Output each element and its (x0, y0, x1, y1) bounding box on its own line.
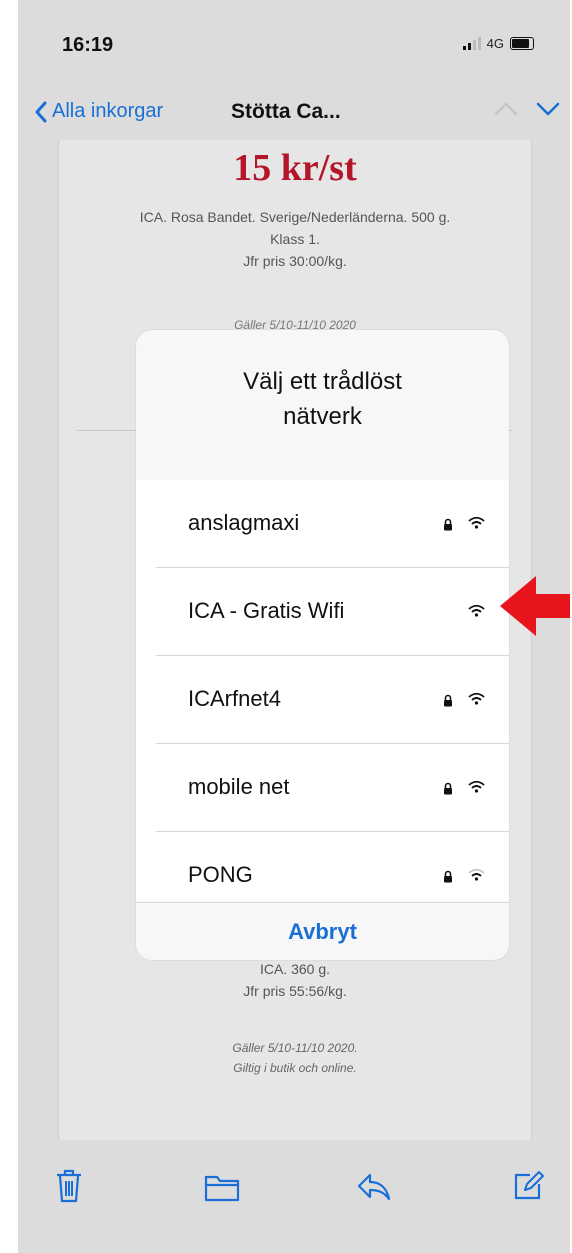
dialog-title-line: nätverk (283, 403, 362, 430)
network-row-icarfnet4[interactable]: ICArfnet4 (136, 656, 509, 744)
chevron-down-icon[interactable] (536, 102, 560, 116)
network-row-ica-gratis-wifi[interactable]: ICA - Gratis Wifi (136, 568, 509, 656)
dialog-title-line: Välj ett trådlöst (243, 368, 402, 395)
mail-nav-bar: Alla inkorgar Stötta Ca... (18, 88, 570, 140)
network-list[interactable]: anslagmaxi ICA - Gratis Wifi ICArfnet4 m… (136, 480, 509, 900)
network-name: PONG (188, 862, 253, 887)
chevron-up-icon[interactable] (494, 102, 518, 116)
back-button[interactable]: Alla inkorgar (34, 100, 163, 123)
chevron-left-icon (35, 101, 47, 122)
wifi-icon (468, 692, 485, 705)
lock-icon (444, 782, 452, 795)
phone-screen: 16:19 4G Alla inkorgar Stötta Ca... 15 k… (18, 0, 570, 1253)
status-indicators: 4G (462, 36, 534, 51)
validity-line: Gäller 5/10-11/10 2020. (232, 1041, 358, 1055)
status-bar: 16:19 4G (18, 0, 570, 88)
network-row-pong[interactable]: PONG (136, 832, 509, 900)
message-navigation (494, 102, 560, 116)
signal-bars-icon (462, 37, 481, 50)
wifi-icon (468, 604, 485, 617)
dialog-title: Välj ett trådlöst nätverk (136, 364, 509, 434)
offer-validity-2: Gäller 5/10-11/10 2020. Giltig i butik o… (59, 1038, 531, 1078)
cancel-button[interactable]: Avbryt (136, 902, 509, 960)
wifi-network-picker: Välj ett trådlöst nätverk anslagmaxi ICA… (136, 330, 509, 960)
wifi-icon (468, 780, 485, 793)
battery-icon (510, 37, 534, 50)
lock-icon (444, 694, 452, 707)
wifi-weak-icon (468, 868, 485, 881)
mail-toolbar (18, 1140, 570, 1253)
trash-icon[interactable] (54, 1168, 84, 1204)
network-name: anslagmaxi (188, 510, 300, 535)
network-row-anslagmaxi[interactable]: anslagmaxi (136, 480, 509, 568)
network-name: ICArfnet4 (188, 686, 281, 711)
wifi-icon (468, 516, 485, 529)
network-row-mobile-net[interactable]: mobile net (136, 744, 509, 832)
product-line: Klass 1. (270, 231, 320, 247)
reply-icon[interactable] (356, 1172, 392, 1202)
lock-icon (444, 870, 452, 883)
message-subject: Stötta Ca... (231, 100, 341, 123)
lock-icon (444, 518, 452, 531)
annotation-arrow-icon (500, 576, 570, 636)
offer-description: ICA. Rosa Bandet. Sverige/Nederländerna.… (59, 206, 531, 272)
back-label: Alla inkorgar (52, 100, 164, 122)
network-name: ICA - Gratis Wifi (188, 598, 345, 623)
network-name: mobile net (188, 774, 290, 799)
status-time: 16:19 (62, 34, 114, 56)
offer-description-2: ICA. 360 g. Jfr pris 55:56/kg. (59, 958, 531, 1002)
folder-icon[interactable] (204, 1172, 240, 1202)
product-line: ICA. 360 g. (259, 961, 331, 977)
product-line: ICA. Rosa Bandet. Sverige/Nederländerna.… (139, 209, 451, 225)
validity-line: Giltig i butik och online. (233, 1061, 357, 1075)
offer-price: 15 kr/st (233, 147, 357, 189)
product-line: Jfr pris 30:00/kg. (243, 253, 347, 269)
network-type: 4G (486, 36, 504, 51)
product-line: Jfr pris 55:56/kg. (243, 983, 347, 999)
compose-icon[interactable] (512, 1170, 544, 1202)
